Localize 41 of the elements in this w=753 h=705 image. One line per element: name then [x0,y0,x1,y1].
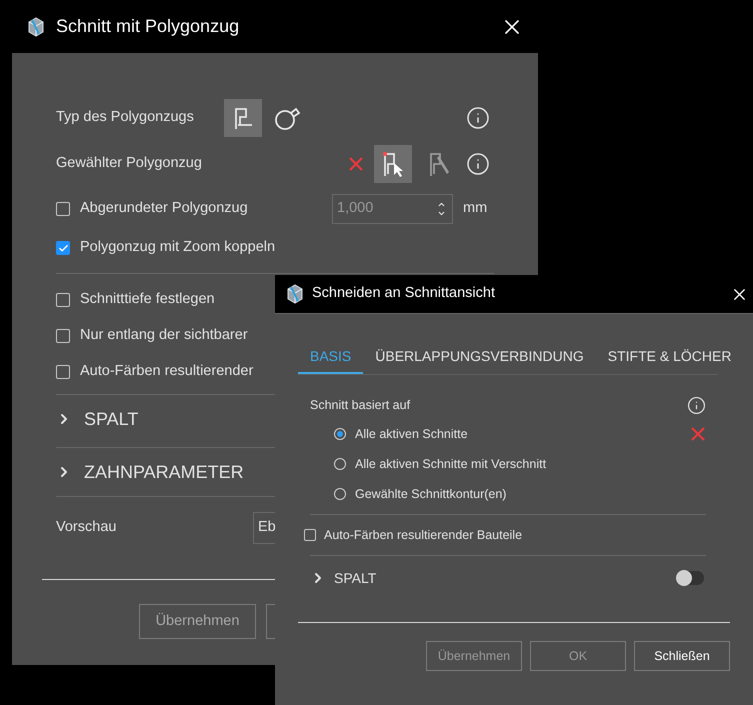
rounded-polygon-label: Abgerundeter Polygonzug [80,199,249,218]
info-icon[interactable] [466,106,490,130]
checkbox-label: Nur entlang der sichtbarer [80,326,248,346]
selected-polygon-label: Gewählter Polygonzug [56,154,202,174]
tab[interactable]: STIFTE & LÖCHER [596,340,744,374]
check-icon [58,242,68,254]
section-header[interactable]: SPALT [56,406,138,432]
toggle-switch[interactable] [676,571,704,585]
checkbox[interactable] [56,365,70,379]
apply-button[interactable]: Übernehmen [139,604,256,639]
checkbox-label: Auto-Färben resultierender Bauteile [324,526,522,544]
radio-button[interactable] [334,458,346,470]
preview-label: Vorschau [56,518,118,538]
checkbox[interactable] [304,529,316,541]
pick-polygon-button[interactable] [374,145,412,183]
checkbox[interactable] [56,241,70,255]
radio-label: Alle aktiven Schnitte [355,426,468,443]
dialog-button[interactable]: Schließen [634,641,730,671]
checkbox[interactable] [56,202,70,216]
cut-basis-label: Schnitt basiert auf [310,396,410,414]
lasso-icon [273,105,301,131]
section-header[interactable]: ZAHNPARAMETER [56,458,244,486]
checkbox-label: Schnitttiefe festlegen [80,290,215,310]
radio-button[interactable] [334,488,346,500]
window-title: Schnitt mit Polygonzug [56,15,240,38]
radio-label: Alle aktiven Schnitte mit Verschnitt [355,456,546,473]
radio-button[interactable] [334,428,346,440]
checkbox-label: Auto-Färben resultierender [80,362,254,382]
polyline-button[interactable] [224,99,262,137]
radio-label: Gewählte Schnittkontur(en) [355,486,506,503]
checkbox[interactable] [56,293,70,307]
checkbox[interactable] [56,329,70,343]
window-title: Schneiden an Schnittansicht [312,284,495,304]
section-header[interactable]: SPALT [310,568,376,588]
info-icon[interactable] [466,152,490,176]
tab[interactable]: ÜBERLAPPUNGSVERBINDUNG [363,340,596,374]
spinner-icon[interactable] [437,200,446,218]
polygon-type-label: Typ des Polygonzugs [56,108,195,128]
unit-label: mm [463,199,488,218]
zoom-link-label: Polygonzug mit Zoom koppeln [80,238,276,258]
info-icon[interactable] [687,396,706,414]
